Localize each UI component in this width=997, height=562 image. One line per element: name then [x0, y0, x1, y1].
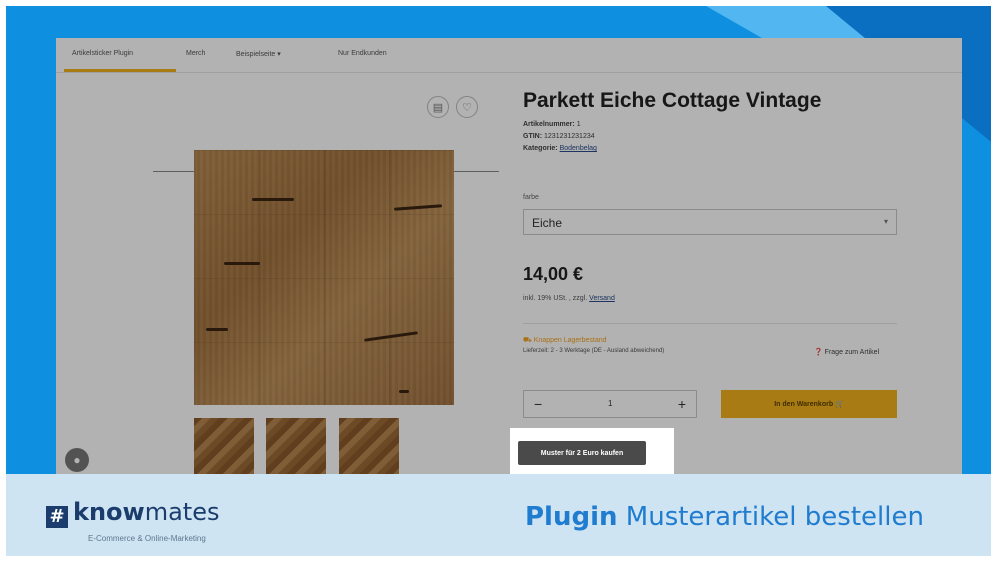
- video-title-rest: Musterartikel bestellen: [617, 502, 924, 532]
- shop-page-screenshot: Artikelsticker Plugin Merch Beispielseit…: [56, 38, 962, 478]
- buy-sample-button[interactable]: Muster für 2 Euro kaufen: [518, 441, 646, 465]
- footer-banner: # knowmates E-Commerce & Online-Marketing…: [6, 474, 991, 556]
- video-frame: Artikelsticker Plugin Merch Beispielseit…: [6, 6, 991, 556]
- logo-text-strong: know: [73, 498, 145, 526]
- knowmates-logo: # knowmates: [46, 498, 219, 528]
- logo-tagline: E-Commerce & Online-Marketing: [88, 534, 206, 543]
- video-title: Plugin Musterartikel bestellen: [525, 502, 924, 532]
- dim-overlay: [56, 38, 962, 478]
- hash-icon: #: [46, 506, 68, 528]
- logo-text-light: mates: [144, 498, 220, 526]
- video-title-strong: Plugin: [525, 502, 618, 532]
